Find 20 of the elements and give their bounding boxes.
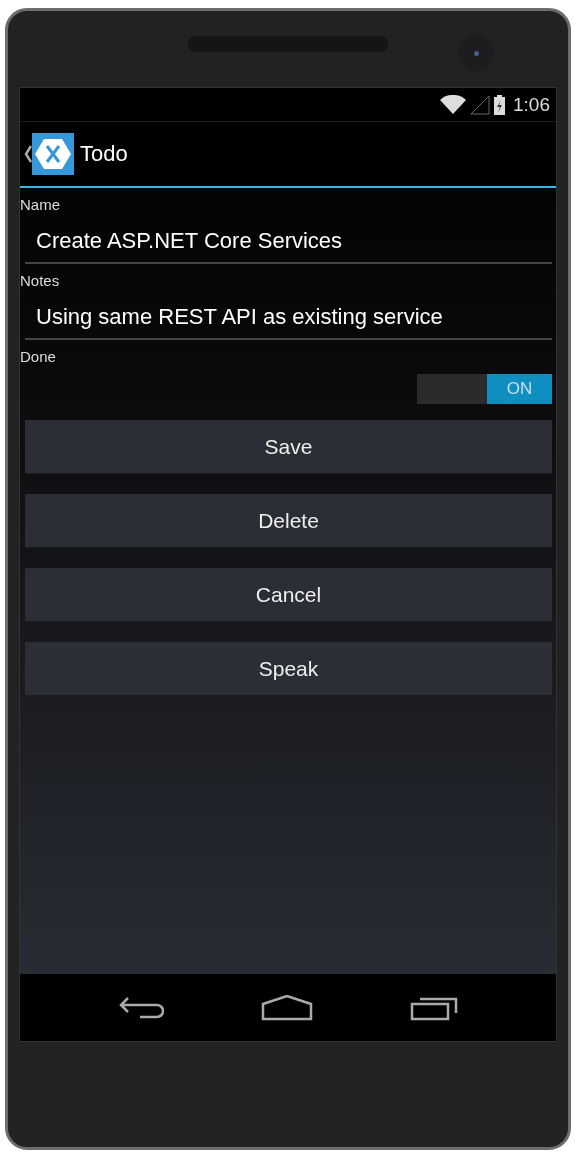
back-chevron-icon[interactable] bbox=[24, 144, 32, 164]
switch-thumb: ON bbox=[487, 374, 552, 404]
action-button[interactable]: Delete bbox=[25, 494, 552, 548]
battery-icon bbox=[494, 94, 505, 115]
page-title: Todo bbox=[80, 141, 128, 167]
text-field[interactable]: Using same REST API as existing service bbox=[25, 300, 552, 340]
field-label: Name bbox=[20, 196, 61, 215]
camera-icon bbox=[458, 35, 494, 71]
status-time: 1:06 bbox=[513, 93, 550, 116]
app-logo-icon bbox=[32, 133, 74, 175]
wifi-icon bbox=[440, 94, 466, 115]
home-icon[interactable] bbox=[261, 994, 313, 1021]
signal-icon bbox=[470, 94, 490, 115]
action-button[interactable]: Cancel bbox=[25, 568, 552, 622]
back-icon[interactable] bbox=[118, 994, 165, 1021]
text-field[interactable]: Create ASP.NET Core Services bbox=[25, 224, 552, 264]
action-button[interactable]: Speak bbox=[25, 642, 552, 696]
action-button[interactable]: Save bbox=[25, 420, 552, 474]
field-label: Notes bbox=[20, 272, 61, 291]
switch-label: Done bbox=[20, 348, 57, 367]
